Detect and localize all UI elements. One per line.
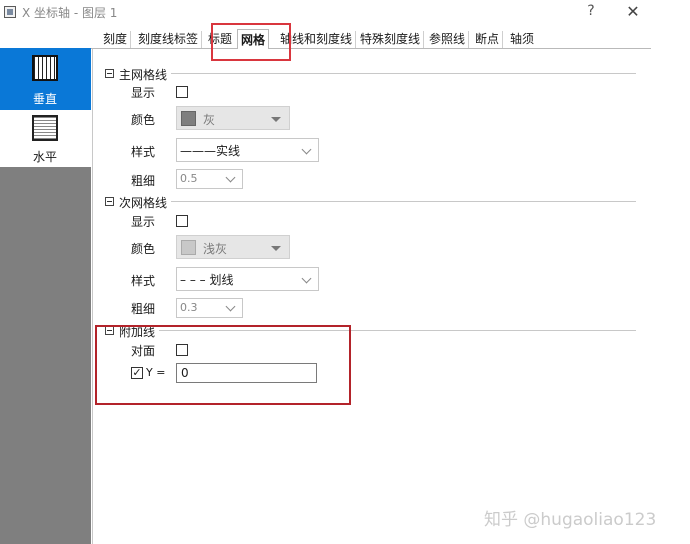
watermark: 知乎 @hugaoliao123 xyxy=(484,510,657,530)
tab-rug[interactable]: 轴须 xyxy=(507,31,537,48)
group-title-major-grid: 主网格线 xyxy=(119,66,172,83)
group-title-minor-grid: 次网格线 xyxy=(119,194,172,211)
dialog-right-margin xyxy=(652,30,690,544)
major-style-value: ———实线 xyxy=(180,144,241,158)
tab-scale[interactable]: 刻度 xyxy=(100,31,132,48)
major-show-checkbox[interactable] xyxy=(176,86,188,98)
minor-style-label: 样式 xyxy=(131,274,156,288)
collapse-icon[interactable] xyxy=(105,197,114,206)
chevron-down-icon xyxy=(301,144,312,155)
group-divider xyxy=(120,201,636,202)
minor-thickness-label: 粗细 xyxy=(131,302,156,316)
sidebar-item-label[interactable]: 水平 xyxy=(33,148,57,165)
chevron-down-icon xyxy=(225,301,236,312)
tab-breaks[interactable]: 断点 xyxy=(472,31,504,48)
sidebar-item-label: 垂直 xyxy=(33,92,58,106)
minor-show-checkbox[interactable] xyxy=(176,215,188,227)
major-show-label: 显示 xyxy=(131,86,156,100)
tab-reference-lines[interactable]: 参照线 xyxy=(426,31,470,48)
minor-thickness-value: 0.3 xyxy=(180,301,198,314)
tab-highlight-box xyxy=(211,23,291,61)
major-color-value: 灰 xyxy=(203,113,216,127)
help-button[interactable]: ? xyxy=(583,3,599,21)
major-thickness-dropdown[interactable]: 0.5 xyxy=(176,169,243,189)
major-thickness-label: 粗细 xyxy=(131,174,156,188)
chevron-down-icon xyxy=(225,172,236,183)
close-button[interactable]: ✕ xyxy=(624,2,642,21)
minor-color-value: 浅灰 xyxy=(203,242,228,256)
major-color-label: 颜色 xyxy=(131,113,156,127)
major-thickness-value: 0.5 xyxy=(180,172,198,185)
horizontal-grid-icon[interactable] xyxy=(32,115,58,141)
collapse-icon[interactable] xyxy=(105,69,114,78)
color-swatch xyxy=(181,111,196,126)
vertical-grid-icon xyxy=(32,55,58,81)
window-title: X 坐标轴 - 图层 1 xyxy=(22,6,118,20)
major-style-label: 样式 xyxy=(131,145,156,159)
additional-lines-highlight-box xyxy=(95,325,351,405)
tab-tick-labels[interactable]: 刻度线标签 xyxy=(135,31,203,48)
minor-color-label: 颜色 xyxy=(131,242,156,256)
chevron-down-icon xyxy=(271,117,281,122)
app-icon xyxy=(4,6,16,18)
color-swatch xyxy=(181,240,196,255)
major-style-dropdown[interactable]: ———实线 xyxy=(176,138,319,162)
minor-style-value: – – – 划线 xyxy=(180,273,234,287)
chevron-down-icon xyxy=(301,273,312,284)
minor-thickness-dropdown[interactable]: 0.3 xyxy=(176,298,243,318)
major-color-dropdown[interactable]: 灰 xyxy=(176,106,290,130)
tab-divider xyxy=(91,48,651,49)
group-divider xyxy=(120,73,636,74)
chevron-down-icon xyxy=(271,246,281,251)
minor-style-dropdown[interactable]: – – – 划线 xyxy=(176,267,319,291)
tab-special-ticks[interactable]: 特殊刻度线 xyxy=(357,31,425,48)
minor-show-label: 显示 xyxy=(131,215,156,229)
minor-color-dropdown[interactable]: 浅灰 xyxy=(176,235,290,259)
